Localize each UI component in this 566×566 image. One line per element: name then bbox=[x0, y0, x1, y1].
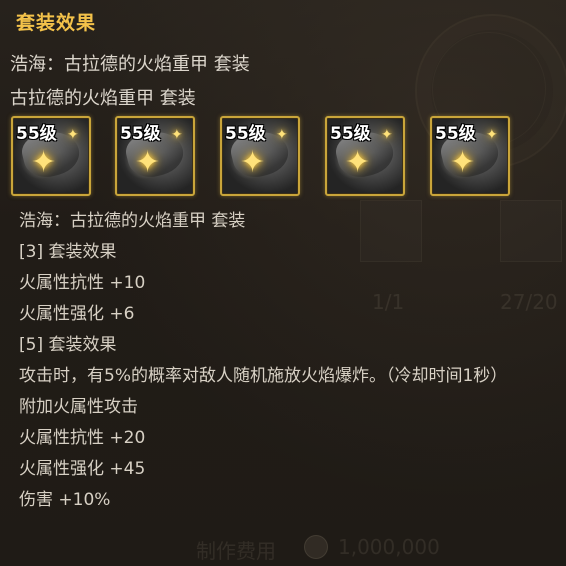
set-item-slot[interactable]: ✦ ✦ 55级 bbox=[220, 116, 300, 196]
tier5-effect: 附加火属性攻击 bbox=[19, 397, 138, 417]
sparkle-icon: ✦ bbox=[135, 145, 161, 180]
sparkle-icon: ✦ bbox=[486, 127, 498, 143]
background-price-label: 制作费用 bbox=[196, 539, 276, 563]
set-item-slot[interactable]: ✦ ✦ 55级 bbox=[115, 116, 195, 196]
sparkle-icon: ✦ bbox=[345, 145, 371, 180]
detail-set-name: 浩海：古拉德的火焰重甲 套装 bbox=[19, 211, 246, 231]
sparkle-icon: ✦ bbox=[171, 127, 183, 143]
item-level: 55级 bbox=[16, 124, 57, 144]
set-name: 古拉德的火焰重甲 套装 bbox=[10, 88, 196, 109]
item-level: 55级 bbox=[435, 124, 476, 144]
sparkle-icon: ✦ bbox=[276, 127, 288, 143]
tier3-header: [3] 套装效果 bbox=[19, 242, 117, 262]
item-level: 55级 bbox=[225, 124, 266, 144]
tier5-effect: 火属性抗性 +20 bbox=[19, 428, 146, 448]
set-item-slot[interactable]: ✦ ✦ 55级 bbox=[430, 116, 510, 196]
tier5-effect: 伤害 +10% bbox=[19, 490, 111, 510]
tooltip-title: 套装效果 bbox=[16, 12, 97, 34]
sparkle-icon: ✦ bbox=[381, 127, 393, 143]
sparkle-icon: ✦ bbox=[240, 145, 266, 180]
set-effect-details: 浩海：古拉德的火焰重甲 套装 [3] 套装效果 火属性抗性 +10 火属性强化 … bbox=[19, 206, 559, 516]
item-level: 55级 bbox=[330, 124, 371, 144]
sparkle-icon: ✦ bbox=[67, 127, 79, 143]
background-price: 1,000,000 bbox=[338, 535, 440, 559]
tier5-effect: 火属性强化 +45 bbox=[19, 459, 146, 479]
tier3-effect: 火属性强化 +6 bbox=[19, 304, 135, 324]
tier3-effect: 火属性抗性 +10 bbox=[19, 273, 146, 293]
sparkle-icon: ✦ bbox=[31, 145, 57, 180]
set-item-slot[interactable]: ✦ ✦ 55级 bbox=[11, 116, 91, 196]
coin-icon bbox=[304, 535, 328, 559]
set-effect-tooltip: 1/1 27/20 制作费用 1,000,000 套装效果 浩海：古拉德的火焰重… bbox=[0, 0, 566, 566]
tier5-effect: 攻击时，有5%的概率对敌人随机施放火焰爆炸。（冷却时间1秒） bbox=[19, 366, 508, 386]
tier5-header: [5] 套装效果 bbox=[19, 335, 117, 355]
set-item-icons: ✦ ✦ 55级 ✦ ✦ 55级 ✦ ✦ 55级 ✦ ✦ 55级 ✦ ✦ 55级 bbox=[11, 116, 521, 196]
set-full-name: 浩海：古拉德的火焰重甲 套装 bbox=[10, 54, 250, 75]
set-item-slot[interactable]: ✦ ✦ 55级 bbox=[325, 116, 405, 196]
item-level: 55级 bbox=[120, 124, 161, 144]
sparkle-icon: ✦ bbox=[450, 145, 476, 180]
